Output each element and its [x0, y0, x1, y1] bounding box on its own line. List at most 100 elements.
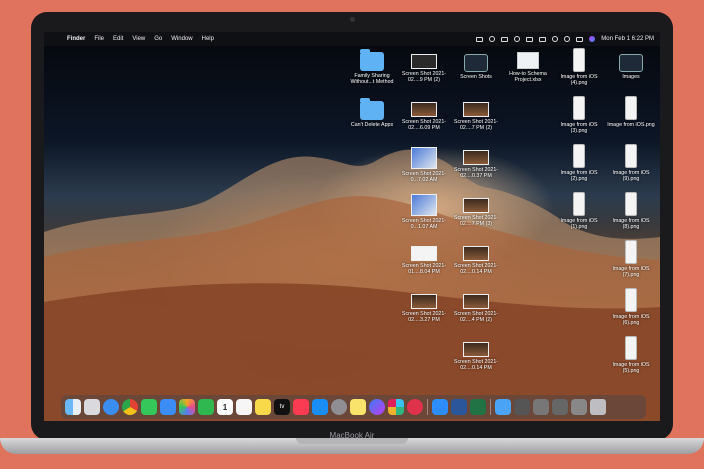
desktop-item[interactable]: Screen Shot 2021-02....4 PM (2) — [452, 294, 500, 323]
bluetooth-icon[interactable] — [526, 36, 534, 42]
desktop-item[interactable]: Image from iOS (1).png — [555, 192, 603, 230]
desktop-item[interactable]: Image from iOS (3).png — [555, 96, 603, 134]
safari-icon[interactable] — [103, 399, 119, 415]
desktop-item[interactable]: How-to Schema Project.xlsx — [504, 52, 552, 83]
launchpad-icon[interactable] — [84, 399, 100, 415]
menu-view[interactable]: View — [132, 36, 145, 42]
desktop-item-label: Images — [622, 74, 640, 80]
creative-cloud-icon[interactable] — [489, 36, 496, 42]
desktop-item-label: Image from iOS (3).png — [560, 122, 598, 134]
finder-icon[interactable] — [65, 399, 81, 415]
sticky-icon[interactable] — [350, 399, 366, 415]
desktop-item[interactable]: Family Sharing Without...t Method — [348, 49, 396, 85]
recent-3-icon[interactable] — [552, 399, 568, 415]
display-icon[interactable] — [501, 36, 509, 42]
screenshot-icon — [463, 246, 489, 261]
desktop-item[interactable]: Image from iOS (5).png — [607, 336, 655, 374]
desktop-item-label: Family Sharing Without...t Method — [350, 73, 394, 85]
photos-icon[interactable] — [179, 399, 195, 415]
image-icon — [625, 192, 637, 216]
facetime-icon[interactable] — [198, 399, 214, 415]
desktop-item-label: Image from iOS.png — [607, 122, 655, 128]
desktop-item[interactable]: Screen Shot 2021-02....0.37 PM — [452, 150, 500, 179]
mail-icon[interactable] — [160, 399, 176, 415]
menu-clock[interactable]: Mon Feb 1 6:22 PM — [601, 36, 654, 42]
dock-divider — [427, 399, 428, 415]
messages-icon[interactable] — [141, 399, 157, 415]
desktop-item[interactable]: Image from iOS (8).png — [607, 192, 655, 230]
reminders-icon[interactable] — [236, 399, 252, 415]
screenshot-icon — [411, 54, 437, 69]
folder-icon — [619, 54, 643, 72]
notes-icon[interactable] — [255, 399, 271, 415]
desktop-item-label: How-to Schema Project.xlsx — [509, 71, 547, 83]
desktop-item[interactable]: Image from iOS (2).png — [555, 144, 603, 182]
screenshot-icon — [411, 147, 437, 169]
spreadsheet-icon — [517, 52, 539, 69]
desktop-item[interactable]: Can't Delete Apps — [348, 98, 396, 128]
menu-edit[interactable]: Edit — [113, 36, 123, 42]
laptop-brand: MacBook Air — [329, 431, 375, 440]
word-icon[interactable] — [451, 399, 467, 415]
desktop-item[interactable]: Image from iOS (7).png — [607, 240, 655, 278]
time-machine-icon[interactable] — [514, 36, 521, 42]
menu-window[interactable]: Window — [171, 36, 192, 42]
messenger-icon[interactable] — [369, 399, 385, 415]
screenshot-icon — [411, 102, 437, 117]
desktop-item[interactable]: Images — [607, 54, 655, 80]
battery-icon[interactable] — [539, 36, 547, 42]
desktop-item[interactable]: Screen Shot 2021-02....6.09 PM — [400, 102, 448, 131]
calendar-icon[interactable]: 1 — [217, 399, 233, 415]
slack-icon[interactable] — [388, 399, 404, 415]
desktop-item[interactable]: Image from iOS (6).png — [607, 288, 655, 326]
desktop-item[interactable]: Image from iOS (4).png — [555, 48, 603, 86]
settings-icon[interactable] — [331, 399, 347, 415]
desktop-item-label: Screen Shot 2021-02....0.37 PM — [453, 167, 499, 179]
image-icon — [573, 144, 585, 168]
screenshot-icon — [463, 102, 489, 117]
desktop-item[interactable]: Screen Shot 2021-0...1.07 AM — [400, 194, 448, 230]
desktop-item[interactable]: Screen Shot 2021-02....7 PM (3) — [452, 198, 500, 227]
menu-help[interactable]: Help — [202, 36, 214, 42]
desktop-item[interactable]: Screen Shot 2021-02....3.27 PM — [400, 294, 448, 323]
menu-go[interactable]: Go — [154, 36, 162, 42]
menu-finder[interactable]: Finder — [67, 36, 85, 42]
recent-2-icon[interactable] — [533, 399, 549, 415]
screenshot-icon — [411, 294, 437, 309]
desktop-item[interactable]: Screen Shot 2021-02....0.14 PM — [452, 246, 500, 275]
menu-file[interactable]: File — [94, 36, 104, 42]
desktop-item[interactable]: Screen Shot 2021-02....0.14 PM — [452, 342, 500, 371]
music-icon[interactable] — [293, 399, 309, 415]
trash-icon[interactable] — [590, 399, 606, 415]
desktop-item-label: Image from iOS (4).png — [560, 74, 598, 86]
desktop-item[interactable]: Screen Shot 2021-0...7.02 AM — [400, 147, 448, 183]
recent-1-icon[interactable] — [514, 399, 530, 415]
recent-4-icon[interactable] — [571, 399, 587, 415]
desktop-item-label: Screen Shot 2021-02....9 PM (2) — [401, 71, 447, 83]
desktop-item[interactable]: Image from iOS.png — [607, 96, 655, 128]
status-area: Mon Feb 1 6:22 PM — [476, 32, 654, 46]
appletv-icon[interactable]: tv — [274, 399, 290, 415]
desktop-item[interactable]: Screen Shot 2021-02....7 PM (2) — [452, 102, 500, 131]
control-center-icon[interactable] — [576, 36, 584, 42]
desktop-item[interactable]: Image from iOS (9).png — [607, 144, 655, 182]
screenshot-icon — [463, 342, 489, 357]
appstore-icon[interactable] — [312, 399, 328, 415]
desktop-item[interactable]: Screen Shot 2021-01....8.04 PM — [400, 246, 448, 275]
desktop-item-label: Screen Shot 2021-02....6.09 PM — [401, 119, 447, 131]
screen-recording-icon[interactable] — [476, 36, 484, 42]
image-icon — [573, 96, 585, 120]
desktop-item[interactable]: Screen Shot 2021-02....9 PM (2) — [400, 54, 448, 83]
camera — [350, 17, 355, 22]
desktop-item[interactable]: Screen Shots — [452, 54, 500, 80]
siri-icon[interactable] — [589, 36, 596, 42]
zoom-icon[interactable] — [432, 399, 448, 415]
wifi-icon[interactable] — [552, 36, 559, 42]
search-icon[interactable] — [564, 36, 571, 42]
screenshot-icon — [463, 294, 489, 309]
downloads-icon[interactable] — [495, 399, 511, 415]
excel-icon[interactable] — [470, 399, 486, 415]
chrome-icon[interactable] — [122, 399, 138, 415]
image-icon — [573, 48, 585, 72]
lips-icon[interactable] — [407, 399, 423, 415]
